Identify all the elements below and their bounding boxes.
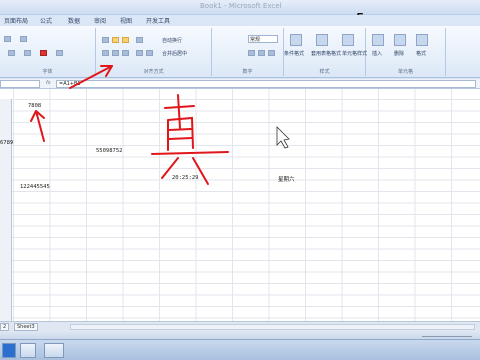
orientation-button[interactable] xyxy=(136,37,143,43)
spreadsheet-grid[interactable] xyxy=(0,89,480,321)
tab-review[interactable]: 审阅 xyxy=(94,16,106,25)
cells-group: 插入 删除 格式 单元格 xyxy=(366,28,446,76)
tab-formulas[interactable]: 公式 xyxy=(40,16,52,25)
insert-label[interactable]: 插入 xyxy=(372,50,382,57)
format-icon[interactable] xyxy=(416,34,428,46)
status-bar xyxy=(0,331,480,339)
taskbar-ie-button[interactable] xyxy=(20,343,36,358)
font-group: 字体 xyxy=(0,28,96,76)
formula-bar: fx =A1+B1 xyxy=(0,79,480,89)
tab-view[interactable]: 视图 xyxy=(120,16,132,25)
ribbon: 字体 自动换行 合并后居中 对齐方式 常规 数字 条件格式 套用表格格式 单元格… xyxy=(0,26,480,78)
cell-time[interactable]: 20:25:29 xyxy=(172,175,199,181)
percent-button[interactable] xyxy=(258,50,265,56)
comma-button[interactable] xyxy=(268,50,275,56)
insert-icon[interactable] xyxy=(372,34,384,46)
tab-developer[interactable]: 开发工具 xyxy=(146,16,170,25)
styles-group: 条件格式 套用表格格式 单元格样式 样式 xyxy=(284,28,367,76)
tab-data[interactable]: 数据 xyxy=(68,16,80,25)
formula-input[interactable]: =A1+B1 xyxy=(56,80,476,88)
wrap-text-button[interactable]: 自动换行 xyxy=(162,37,182,44)
align-left-button[interactable] xyxy=(102,50,109,56)
fill-color-button[interactable] xyxy=(24,50,31,56)
zoom-slider[interactable] xyxy=(422,332,472,337)
start-button[interactable] xyxy=(2,343,16,358)
phonetic-button[interactable] xyxy=(56,50,63,56)
window-title: Book1 - Microsoft Excel xyxy=(200,2,282,10)
font-group-label: 字体 xyxy=(42,69,53,75)
grow-font-button[interactable] xyxy=(20,36,27,42)
alignment-group-label: 对齐方式 xyxy=(143,69,164,75)
format-label[interactable]: 格式 xyxy=(416,50,426,57)
align-top-button[interactable] xyxy=(102,37,109,43)
sheet-tab-sheet3[interactable]: Sheet3 xyxy=(14,323,38,331)
fx-icon[interactable]: fx xyxy=(46,80,51,86)
styles-group-label: 样式 xyxy=(319,69,330,75)
cell-style-icon[interactable] xyxy=(342,34,354,46)
conditional-format-label[interactable]: 条件格式 xyxy=(284,50,304,57)
increase-indent-button[interactable] xyxy=(146,50,153,56)
title-bar: Book1 - Microsoft Excel xyxy=(0,0,480,15)
table-format-icon[interactable] xyxy=(316,34,328,46)
merge-center-button[interactable]: 合并后居中 xyxy=(162,50,187,57)
alignment-group: 自动换行 合并后居中 对齐方式 xyxy=(96,28,212,76)
number-group: 常规 数字 xyxy=(212,28,284,76)
sheet-tabs-bar: 2 Sheet3 xyxy=(0,321,480,331)
row-headers xyxy=(0,99,12,321)
delete-label[interactable]: 删除 xyxy=(394,50,404,57)
align-center-button[interactable] xyxy=(112,50,119,56)
align-bottom-button[interactable] xyxy=(122,37,129,43)
cells-group-label: 单元格 xyxy=(397,69,413,75)
cell-c-top[interactable]: 7808 xyxy=(28,103,41,109)
font-size-box[interactable] xyxy=(4,36,11,42)
align-right-button[interactable] xyxy=(122,50,129,56)
taskbar-excel-button[interactable] xyxy=(44,343,64,358)
horizontal-scrollbar[interactable] xyxy=(70,324,475,330)
tab-page-layout[interactable]: 页面布局 xyxy=(4,16,28,25)
currency-button[interactable] xyxy=(248,50,255,56)
cell-style-label[interactable]: 单元格样式 xyxy=(342,50,367,57)
border-button[interactable] xyxy=(8,50,15,56)
cell-a-left[interactable]: 6789 xyxy=(0,140,13,146)
font-color-button[interactable] xyxy=(40,50,47,56)
table-format-label[interactable]: 套用表格格式 xyxy=(311,50,341,57)
align-middle-button[interactable] xyxy=(112,37,119,43)
number-format-select[interactable]: 常规 xyxy=(248,35,278,43)
delete-icon[interactable] xyxy=(394,34,406,46)
cell-weekday[interactable]: 星期六 xyxy=(278,175,295,183)
taskbar xyxy=(0,339,480,360)
ribbon-tabs: 页面布局 公式 数据 审阅 视图 开发工具 xyxy=(0,15,480,26)
sheet-tab-2[interactable]: 2 xyxy=(0,323,10,331)
name-box[interactable] xyxy=(0,80,40,88)
cell-e-value[interactable]: 55098752 xyxy=(96,148,123,154)
conditional-format-icon[interactable] xyxy=(290,34,302,46)
cell-long-number[interactable]: 122445545 xyxy=(20,184,50,190)
number-group-label: 数字 xyxy=(242,69,253,75)
decrease-indent-button[interactable] xyxy=(136,50,143,56)
